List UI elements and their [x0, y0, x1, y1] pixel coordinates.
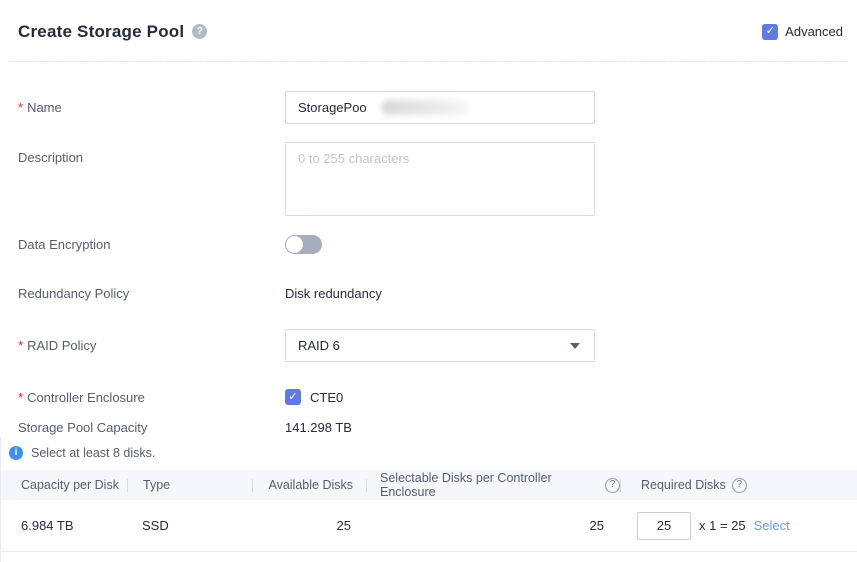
cte0-checkbox[interactable]: ✓	[285, 389, 301, 405]
redundancy-policy-value: Disk redundancy	[285, 286, 382, 301]
cell-available: 25	[251, 518, 364, 533]
disk-table-header: Capacity per Disk Type Available Disks S…	[1, 470, 857, 500]
disk-selection-section: i Select at least 8 disks. Capacity per …	[0, 438, 857, 562]
data-encryption-row: Data Encryption	[18, 235, 857, 254]
advanced-checkbox[interactable]: ✓	[762, 24, 778, 40]
capacity-label: Storage Pool Capacity	[18, 420, 285, 435]
description-textarea[interactable]	[285, 142, 595, 216]
disk-table: Capacity per Disk Type Available Disks S…	[1, 470, 857, 552]
data-encryption-label: Data Encryption	[18, 237, 285, 252]
notice-bar: i Select at least 8 disks.	[1, 438, 857, 460]
advanced-checkbox-label: Advanced	[785, 24, 843, 39]
col-capacity-per-disk: Capacity per Disk	[1, 478, 127, 492]
cell-type: SSD	[127, 518, 251, 533]
raid-policy-select[interactable]: RAID 6	[285, 329, 595, 362]
controller-enclosure-label: *Controller Enclosure	[18, 390, 285, 405]
data-encryption-toggle[interactable]	[285, 235, 322, 254]
description-row: Description	[18, 142, 857, 216]
page-title: Create Storage Pool	[18, 22, 184, 42]
cell-required: x 1 = 25 Select	[617, 512, 857, 540]
required-marker: *	[18, 338, 23, 353]
raid-policy-label: *RAID Policy	[18, 338, 285, 353]
notice-text: Select at least 8 disks.	[31, 446, 155, 460]
capacity-value: 141.298 TB	[285, 420, 352, 435]
cte0-checkbox-label: CTE0	[310, 390, 343, 405]
help-icon[interactable]: ?	[732, 478, 747, 493]
raid-policy-row: *RAID Policy RAID 6	[18, 329, 857, 362]
toggle-knob	[286, 236, 303, 253]
help-icon[interactable]: ?	[192, 24, 207, 39]
col-type: Type	[128, 478, 252, 492]
table-row: 6.984 TB SSD 25 25 x 1 = 25 Select	[1, 500, 857, 552]
description-label: Description	[18, 142, 285, 165]
chevron-down-icon	[570, 343, 580, 349]
create-pool-form: *Name Description Data Encryption Redund…	[0, 91, 857, 435]
redundancy-policy-row: Redundancy Policy Disk redundancy	[18, 286, 857, 301]
dashed-divider	[10, 61, 847, 62]
dialog-header: Create Storage Pool ? ✓ Advanced	[0, 0, 857, 50]
check-icon: ✓	[766, 26, 775, 37]
help-icon[interactable]: ?	[605, 478, 620, 493]
raid-policy-selected-value: RAID 6	[298, 338, 340, 353]
info-icon: i	[9, 446, 23, 460]
col-selectable-disks: Selectable Disks per Controller Enclosur…	[367, 471, 620, 499]
cell-capacity: 6.984 TB	[1, 518, 127, 533]
capacity-row: Storage Pool Capacity 141.298 TB	[18, 420, 857, 435]
name-row: *Name	[18, 91, 857, 124]
required-marker: *	[18, 100, 23, 115]
controller-enclosure-row: *Controller Enclosure ✓ CTE0	[18, 389, 857, 405]
cell-selectable: 25	[364, 518, 617, 533]
select-link[interactable]: Select	[754, 518, 790, 533]
redaction-smudge	[381, 100, 469, 115]
name-label: *Name	[18, 100, 285, 115]
col-required-disks: Required Disks ?	[621, 478, 857, 493]
required-marker: *	[18, 390, 23, 405]
col-available-disks: Available Disks	[253, 478, 366, 492]
required-disks-input[interactable]	[637, 512, 691, 540]
redundancy-policy-label: Redundancy Policy	[18, 286, 285, 301]
check-icon: ✓	[288, 392, 297, 403]
required-disks-formula: x 1 = 25	[699, 518, 746, 533]
